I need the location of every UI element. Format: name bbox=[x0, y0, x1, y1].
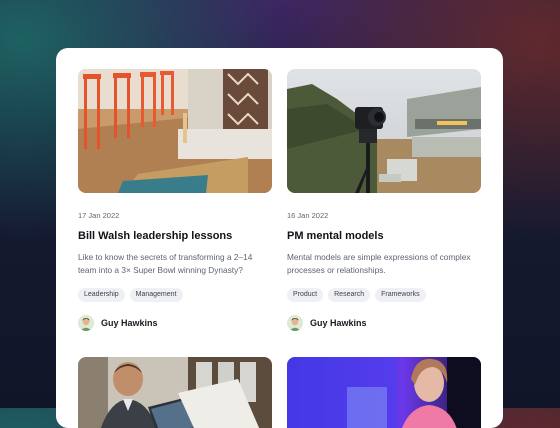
post-image[interactable] bbox=[78, 357, 272, 428]
author-name: Guy Hawkins bbox=[310, 318, 367, 328]
tag-chip[interactable]: Product bbox=[287, 288, 324, 302]
avatar bbox=[78, 315, 94, 331]
tag-chip[interactable]: Frameworks bbox=[375, 288, 426, 302]
post-author[interactable]: Guy Hawkins bbox=[287, 315, 481, 331]
post-image[interactable] bbox=[287, 69, 481, 193]
post-title[interactable]: Bill Walsh leadership lessons bbox=[78, 230, 272, 242]
avatar bbox=[287, 315, 303, 331]
tag-chip[interactable]: Leadership bbox=[78, 288, 125, 302]
post-description: Mental models are simple expressions of … bbox=[287, 252, 471, 275]
post-description: Like to know the secrets of transforming… bbox=[78, 252, 253, 275]
blog-card-panel: 17 Jan 2022 Bill Walsh leadership lesson… bbox=[56, 48, 503, 428]
tag-chip[interactable]: Research bbox=[328, 288, 371, 302]
post-author[interactable]: Guy Hawkins bbox=[78, 315, 272, 331]
post-title[interactable]: PM mental models bbox=[287, 230, 481, 242]
tag-chip[interactable]: Management bbox=[129, 288, 183, 302]
post-image[interactable] bbox=[78, 69, 272, 193]
blog-post-card[interactable]: 17 Jan 2022 Bill Walsh leadership lesson… bbox=[78, 69, 272, 331]
blog-post-card[interactable]: 16 Jan 2022 PM mental models Mental mode… bbox=[287, 69, 481, 331]
post-tags: Product Research Frameworks bbox=[287, 288, 481, 302]
post-image[interactable] bbox=[287, 357, 481, 428]
post-date: 17 Jan 2022 bbox=[78, 211, 120, 220]
author-name: Guy Hawkins bbox=[101, 318, 158, 328]
post-date: 16 Jan 2022 bbox=[287, 211, 329, 220]
post-tags: Leadership Management bbox=[78, 288, 272, 302]
